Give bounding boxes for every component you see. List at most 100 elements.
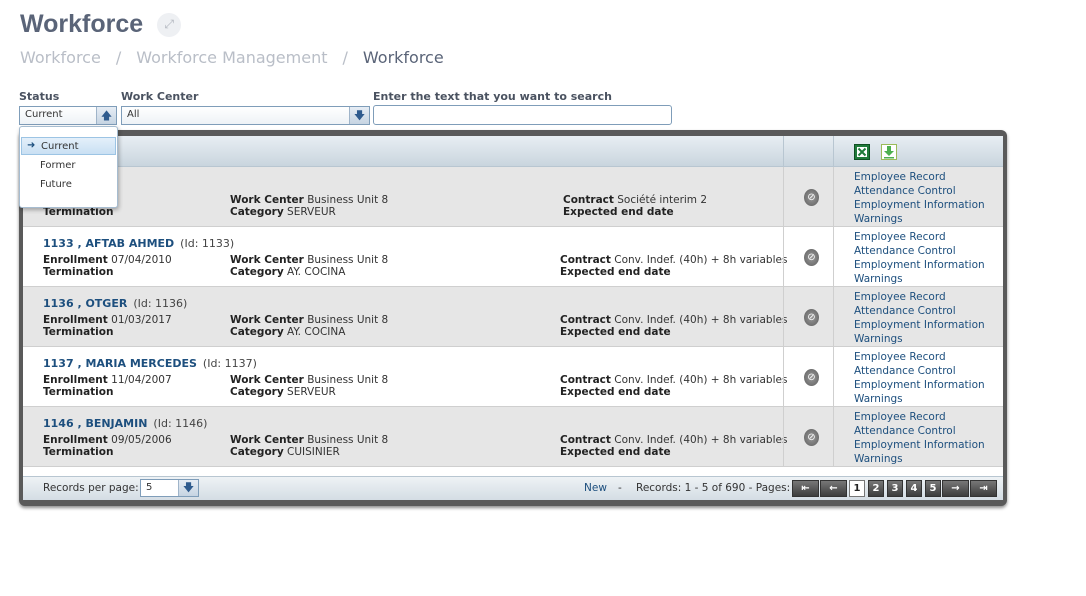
termination-field: Termination	[43, 446, 113, 458]
first-page-icon[interactable]: ⇤	[792, 480, 819, 497]
paperclip-icon[interactable]: ⊘	[804, 309, 819, 326]
expand-icon[interactable]: ⤢	[157, 12, 182, 37]
contract-field: Contract Conv. Indef. (40h) + 8h variabl…	[560, 314, 787, 326]
table-row: 1133 , AFTAB AHMED (Id: 1133) Enrollment 0…	[23, 227, 1003, 287]
paperclip-icon[interactable]: ⊘	[804, 189, 819, 206]
employee-name[interactable]: 1136 , OTGER (Id: 1136)	[43, 297, 187, 310]
employee-id: (Id: 1137)	[202, 357, 257, 370]
new-link[interactable]: New	[584, 482, 607, 494]
last-page-icon[interactable]: ⇥	[970, 480, 997, 497]
row-link[interactable]: Attendance Control	[854, 364, 985, 378]
category-field: Category CUISINIER	[230, 446, 340, 458]
employee-name[interactable]: 1137 , MARIA MERCEDES (Id: 1137)	[43, 357, 257, 370]
work-center-field-label: Work Center	[230, 374, 304, 386]
work-center-field: Work Center Business Unit 8	[230, 194, 388, 206]
column-divider	[833, 167, 834, 227]
row-link[interactable]: Employee Record	[854, 170, 985, 184]
status-option-future[interactable]: Future	[21, 176, 116, 194]
category-value: SERVEUR	[287, 206, 336, 218]
row-link[interactable]: Employee Record	[854, 290, 985, 304]
row-link[interactable]: Employee Record	[854, 350, 985, 364]
chevron-down-icon[interactable]: 🡇	[178, 480, 198, 496]
expected-end-label: Expected end date	[560, 326, 671, 338]
work-center-label: Work Center	[121, 90, 199, 103]
row-link[interactable]: Attendance Control	[854, 184, 985, 198]
row-link[interactable]: Warnings	[854, 272, 985, 286]
next-page-icon[interactable]: →	[942, 480, 969, 497]
work-center-value: Business Unit 8	[307, 194, 389, 206]
row-link[interactable]: Employment Information	[854, 438, 985, 452]
download-icon[interactable]	[881, 144, 897, 160]
excel-icon[interactable]	[854, 144, 870, 160]
employee-name-text[interactable]: 1146 , BENJAMIN	[43, 417, 147, 430]
status-option-label: Current	[41, 141, 79, 152]
contract-label: Contract	[563, 194, 614, 206]
row-link[interactable]: Warnings	[854, 392, 985, 406]
paperclip-icon[interactable]: ⊘	[804, 429, 819, 446]
work-center-field-label: Work Center	[230, 194, 304, 206]
page-button[interactable]: 1	[849, 480, 865, 497]
status-option-former[interactable]: Former	[21, 157, 116, 175]
enrollment-field: Enrollment 07/04/2010	[43, 254, 172, 266]
status-select[interactable]: Current 🡅	[19, 106, 117, 125]
enrollment-label: Enrollment	[43, 374, 108, 386]
work-center-value: Business Unit 8	[307, 254, 389, 266]
expected-end-field: Expected end date	[560, 386, 671, 398]
row-link[interactable]: Employment Information	[854, 318, 985, 332]
employee-name-text[interactable]: 1136 , OTGER	[43, 297, 127, 310]
employee-id: (Id: 1136)	[133, 297, 188, 310]
category-field: Category AY. COCINA	[230, 266, 345, 278]
expected-end-label: Expected end date	[560, 446, 671, 458]
row-link[interactable]: Employment Information	[854, 378, 985, 392]
contract-field: Contract Société interim 2	[563, 194, 707, 206]
enrollment-label: Enrollment	[43, 314, 108, 326]
contract-field: Contract Conv. Indef. (40h) + 8h variabl…	[560, 374, 787, 386]
expected-end-field: Expected end date	[560, 446, 671, 458]
row-link[interactable]: Attendance Control	[854, 304, 985, 318]
breadcrumb-item[interactable]: Workforce	[20, 48, 101, 67]
employee-name-text[interactable]: 1133 , AFTAB AHMED	[43, 237, 174, 250]
employee-name-text[interactable]: 1137 , MARIA MERCEDES	[43, 357, 197, 370]
chevron-up-icon[interactable]: 🡅	[96, 107, 116, 124]
column-divider	[783, 227, 784, 287]
work-center-field-label: Work Center	[230, 434, 304, 446]
paperclip-icon[interactable]: ⊘	[804, 369, 819, 386]
row-link[interactable]: Attendance Control	[854, 244, 985, 258]
work-center-select[interactable]: All 🡇	[121, 106, 370, 125]
prev-page-icon[interactable]: ←	[820, 480, 847, 497]
page-button[interactable]: 5	[925, 480, 941, 497]
row-link[interactable]: Warnings	[854, 452, 985, 466]
employee-name[interactable]: 1133 , AFTAB AHMED (Id: 1133)	[43, 237, 234, 250]
category-field: Category SERVEUR	[230, 206, 336, 218]
row-link[interactable]: Warnings	[854, 212, 985, 226]
row-link[interactable]: Warnings	[854, 332, 985, 346]
enrollment-value: 09/05/2006	[111, 434, 172, 446]
breadcrumb-item[interactable]: Workforce Management	[136, 48, 327, 67]
records-per-page-select[interactable]: 5 🡇	[140, 479, 199, 497]
work-center-value: Business Unit 8	[307, 314, 389, 326]
category-field: Category SERVEUR	[230, 386, 336, 398]
paperclip-icon[interactable]: ⊘	[804, 249, 819, 266]
table-row: .(Id: 1089) 4/11/2015TerminationWork Cen…	[23, 167, 1003, 227]
page-button[interactable]: 2	[868, 480, 884, 497]
row-link[interactable]: Employment Information	[854, 258, 985, 272]
status-option-current[interactable]: ➜ Current	[21, 137, 116, 155]
breadcrumb-separator: /	[115, 48, 122, 67]
row-link[interactable]: Employee Record	[854, 230, 985, 244]
page-button[interactable]: 3	[887, 480, 903, 497]
termination-field: Termination	[43, 266, 113, 278]
row-link[interactable]: Employee Record	[854, 410, 985, 424]
chevron-down-icon[interactable]: 🡇	[349, 107, 369, 124]
enrollment-value: 11/04/2007	[111, 374, 172, 386]
row-link[interactable]: Employment Information	[854, 198, 985, 212]
page-button[interactable]: 4	[906, 480, 922, 497]
row-link[interactable]: Attendance Control	[854, 424, 985, 438]
footer-dash: -	[618, 482, 622, 494]
expected-end-label: Expected end date	[560, 266, 671, 278]
breadcrumb-separator: /	[342, 48, 348, 67]
contract-value: Conv. Indef. (40h) + 8h variables	[614, 374, 788, 386]
column-divider	[783, 407, 784, 467]
search-input[interactable]	[373, 105, 672, 125]
employee-name[interactable]: 1146 , BENJAMIN (Id: 1146)	[43, 417, 207, 430]
row-links: Employee Record Attendance Control Employm…	[854, 170, 985, 226]
